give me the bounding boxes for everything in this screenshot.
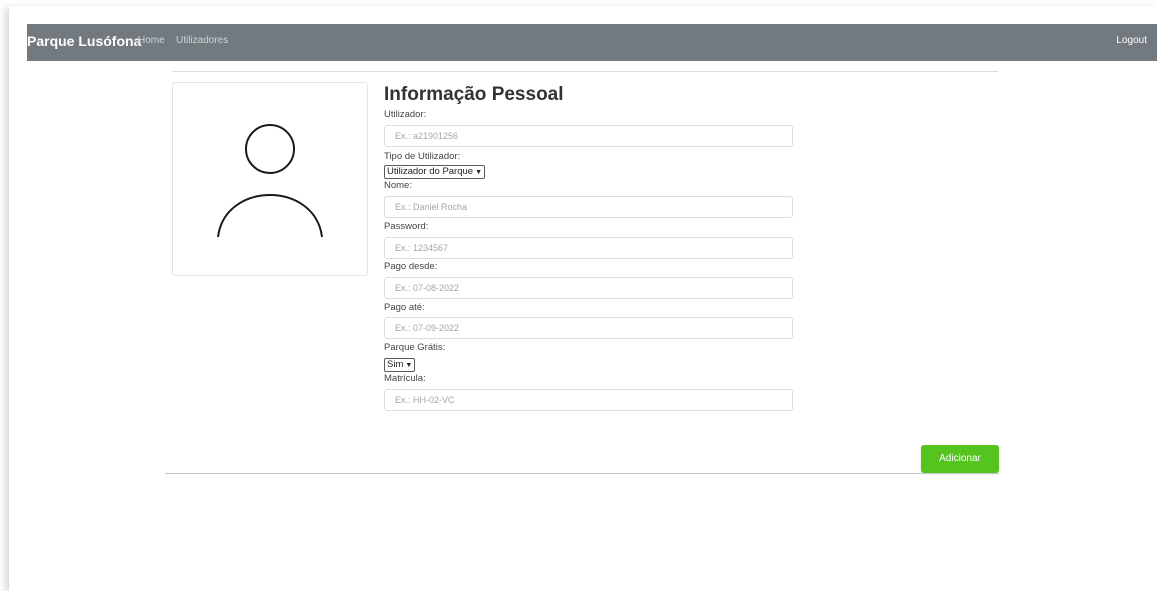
parque-gratis-label: Parque Grátis: <box>384 342 446 353</box>
top-divider <box>172 71 998 72</box>
adicionar-button[interactable]: Adicionar <box>921 445 999 473</box>
bottom-divider <box>165 473 999 474</box>
tipo-utilizador-label: Tipo de Utilizador: <box>384 151 461 162</box>
parque-gratis-select[interactable]: Sim ▼ <box>384 358 416 372</box>
user-avatar-icon <box>217 124 323 238</box>
pago-desde-label: Pago desde: <box>384 261 438 272</box>
parque-gratis-value: Sim <box>387 359 404 370</box>
utilizador-input[interactable] <box>384 125 793 147</box>
tipo-utilizador-value: Utilizador do Parque <box>387 166 474 177</box>
matricula-input[interactable] <box>384 389 793 411</box>
logout-link[interactable]: Logout <box>1116 35 1147 46</box>
chevron-down-icon: ▼ <box>475 169 483 176</box>
nav-link-utilizadores[interactable]: Utilizadores <box>176 35 228 46</box>
brand-link[interactable]: Parque Lusófona <box>27 33 141 49</box>
tipo-utilizador-select[interactable]: Utilizador do Parque ▼ <box>384 165 486 179</box>
avatar-card <box>172 82 368 276</box>
password-input[interactable] <box>384 237 793 259</box>
pago-ate-input[interactable] <box>384 317 793 339</box>
pago-ate-label: Pago até: <box>384 302 425 313</box>
form-title: Informação Pessoal <box>384 84 564 105</box>
nav-link-home[interactable]: Home <box>138 35 165 46</box>
pago-desde-input[interactable] <box>384 277 793 299</box>
utilizador-label: Utilizador: <box>384 109 427 120</box>
matricula-label: Matrícula: <box>384 373 426 384</box>
nome-label: Nome: <box>384 180 412 191</box>
chevron-down-icon: ▼ <box>405 362 413 369</box>
nome-input[interactable] <box>384 196 793 218</box>
password-label: Password: <box>384 221 429 232</box>
navbar: Parque Lusófona Home Utilizadores Logout <box>27 24 1157 61</box>
page: Parque Lusófona Home Utilizadores Logout… <box>9 6 1157 591</box>
